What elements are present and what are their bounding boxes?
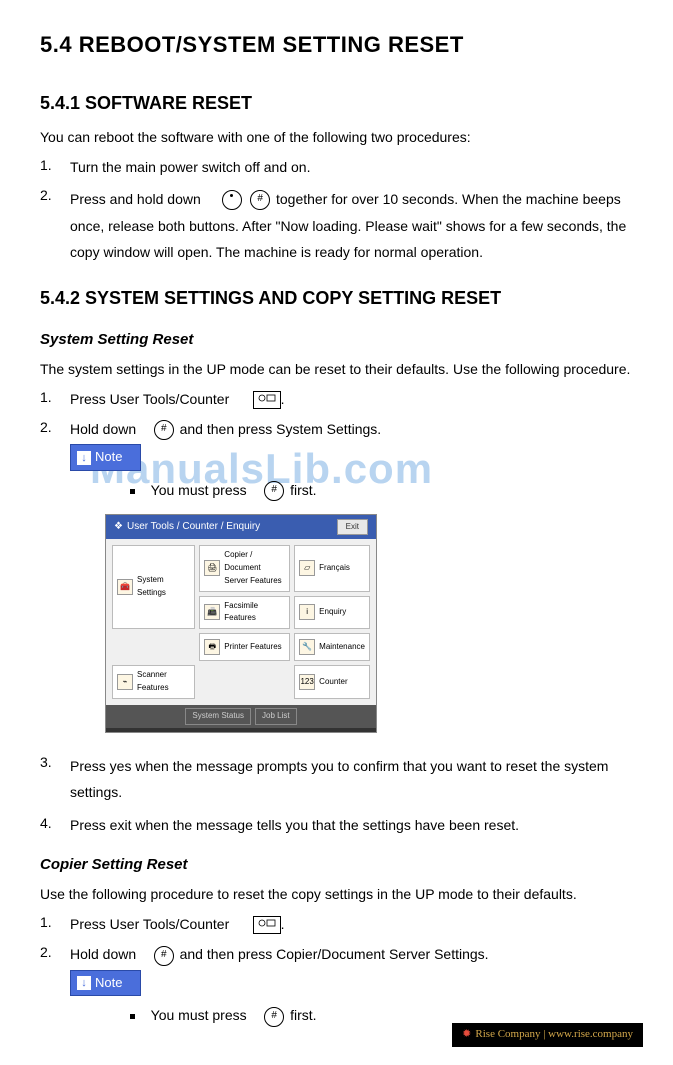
text-fragment: . — [281, 391, 285, 407]
note-subtext: You must press first. — [130, 1004, 633, 1026]
step-number: 2. — [40, 186, 70, 266]
text-fragment: You must press — [151, 482, 251, 498]
hash-key-icon — [264, 1007, 284, 1027]
text-fragment: and then press System Settings. — [180, 421, 382, 437]
info-icon: i — [299, 604, 315, 620]
flame-icon: ✹ — [462, 1028, 471, 1040]
subsection-542: 5.4.2 SYSTEM SETTINGS AND COPY SETTING R… — [40, 286, 633, 311]
step-number: 3. — [40, 753, 70, 806]
copier-features-button[interactable]: 🖨Copier / Document Server Features — [199, 545, 290, 591]
device-body: 🧰System Settings 🖨Copier / Document Serv… — [106, 539, 376, 705]
text-fragment: Hold down — [70, 946, 140, 962]
text-fragment: Press User Tools/Counter — [70, 391, 233, 407]
device-status-bar — [106, 728, 376, 732]
copier-icon: 🖨 — [204, 560, 220, 576]
step-text: Press User Tools/Counter . — [70, 913, 633, 935]
device-screenshot: ❖User Tools / Counter / Enquiry Exit 🧰Sy… — [105, 514, 377, 733]
section-heading: 5.4 REBOOT/SYSTEM SETTING RESET — [40, 30, 633, 61]
job-list-tab[interactable]: Job List — [255, 708, 297, 725]
note-label: Note — [95, 449, 122, 464]
user-tools-key-icon — [253, 391, 281, 409]
rise-company-badge: ✹Rise Company | www.rise.company — [452, 1023, 643, 1046]
counter-button[interactable]: 123Counter — [294, 665, 370, 699]
text-fragment: and then press Copier/Document Server Se… — [180, 946, 489, 962]
cop-step-2: 2. Hold down and then press Copier/Docum… — [40, 943, 633, 1027]
note-badge: ↓ Note — [70, 970, 141, 997]
text-fragment: Press and hold down — [70, 191, 205, 207]
step-1: 1. Turn the main power switch off and on… — [40, 156, 633, 178]
intro-text: You can reboot the software with one of … — [40, 128, 633, 148]
fax-icon: 📠 — [204, 604, 220, 620]
step-text: Press yes when the message prompts you t… — [70, 753, 633, 806]
counter-icon: 123 — [299, 674, 315, 690]
hash-key-icon — [154, 420, 174, 440]
step-number: 4. — [40, 814, 70, 836]
flag-icon: ▱ — [299, 560, 315, 576]
text-fragment: Press User Tools/Counter — [70, 916, 233, 932]
down-arrow-icon: ↓ — [77, 976, 91, 990]
sys-step-1: 1. Press User Tools/Counter . — [40, 388, 633, 410]
system-settings-button[interactable]: 🧰System Settings — [112, 545, 195, 629]
note-subtext: You must press first. — [130, 479, 633, 501]
diamond-icon: ❖ — [114, 521, 123, 532]
step-text: Press exit when the message tells you th… — [70, 814, 633, 836]
step-text: Hold down and then press Copier/Document… — [70, 943, 633, 1027]
text-fragment: . — [281, 916, 285, 932]
sys-step-2: 2. Hold down and then press System Setti… — [40, 418, 633, 745]
system-status-tab[interactable]: System Status — [185, 708, 251, 725]
bullet-icon — [130, 1014, 135, 1019]
wrench-icon: 🔧 — [299, 639, 315, 655]
device-title: ❖User Tools / Counter / Enquiry — [114, 519, 260, 535]
step-text: Turn the main power switch off and on. — [70, 156, 633, 178]
text-fragment: Hold down — [70, 421, 140, 437]
scanner-features-button[interactable]: ⌁Scanner Features — [112, 665, 195, 699]
body-text: The system settings in the UP mode can b… — [40, 360, 633, 380]
user-tools-key-icon — [253, 916, 281, 934]
hash-key-icon — [250, 190, 270, 210]
device-footer: System Status Job List — [106, 705, 376, 728]
maintenance-button[interactable]: 🔧Maintenance — [294, 633, 370, 661]
exit-button[interactable]: Exit — [337, 519, 368, 536]
step-number: 2. — [40, 943, 70, 1027]
down-arrow-icon: ↓ — [77, 451, 91, 465]
note-badge: ↓ Note — [70, 444, 141, 471]
printer-features-button[interactable]: 🖶Printer Features — [199, 633, 290, 661]
toolbox-icon: 🧰 — [117, 579, 133, 595]
subsection-541: 5.4.1 SOFTWARE RESET — [40, 91, 633, 116]
step-number: 1. — [40, 913, 70, 935]
cop-step-1: 1. Press User Tools/Counter . — [40, 913, 633, 935]
step-2: 2. Press and hold down together for over… — [40, 186, 633, 266]
language-button[interactable]: ▱Français — [294, 545, 370, 591]
copier-reset-heading: Copier Setting Reset — [40, 854, 633, 875]
step-number: 1. — [40, 388, 70, 410]
step-number: 2. — [40, 418, 70, 745]
printer-icon: 🖶 — [204, 639, 220, 655]
system-reset-heading: System Setting Reset — [40, 329, 633, 350]
sys-step-3: 3. Press yes when the message prompts yo… — [40, 753, 633, 806]
fax-features-button[interactable]: 📠Facsimile Features — [199, 596, 290, 630]
bullet-icon — [130, 489, 135, 494]
scanner-icon: ⌁ — [117, 674, 133, 690]
text-fragment: first. — [290, 1007, 316, 1023]
step-number: 1. — [40, 156, 70, 178]
sys-step-4: 4. Press exit when the message tells you… — [40, 814, 633, 836]
step-text: Hold down and then press System Settings… — [70, 418, 633, 745]
clear-key-icon — [222, 190, 242, 210]
note-label: Note — [95, 975, 122, 990]
text-fragment: You must press — [151, 1007, 251, 1023]
hash-key-icon — [154, 946, 174, 966]
step-text: Press and hold down together for over 10… — [70, 186, 633, 266]
device-header: ❖User Tools / Counter / Enquiry Exit — [106, 515, 376, 540]
body-text: Use the following procedure to reset the… — [40, 885, 633, 905]
text-fragment: first. — [290, 482, 316, 498]
step-text: Press User Tools/Counter . — [70, 388, 633, 410]
hash-key-icon — [264, 481, 284, 501]
enquiry-button[interactable]: iEnquiry — [294, 596, 370, 630]
